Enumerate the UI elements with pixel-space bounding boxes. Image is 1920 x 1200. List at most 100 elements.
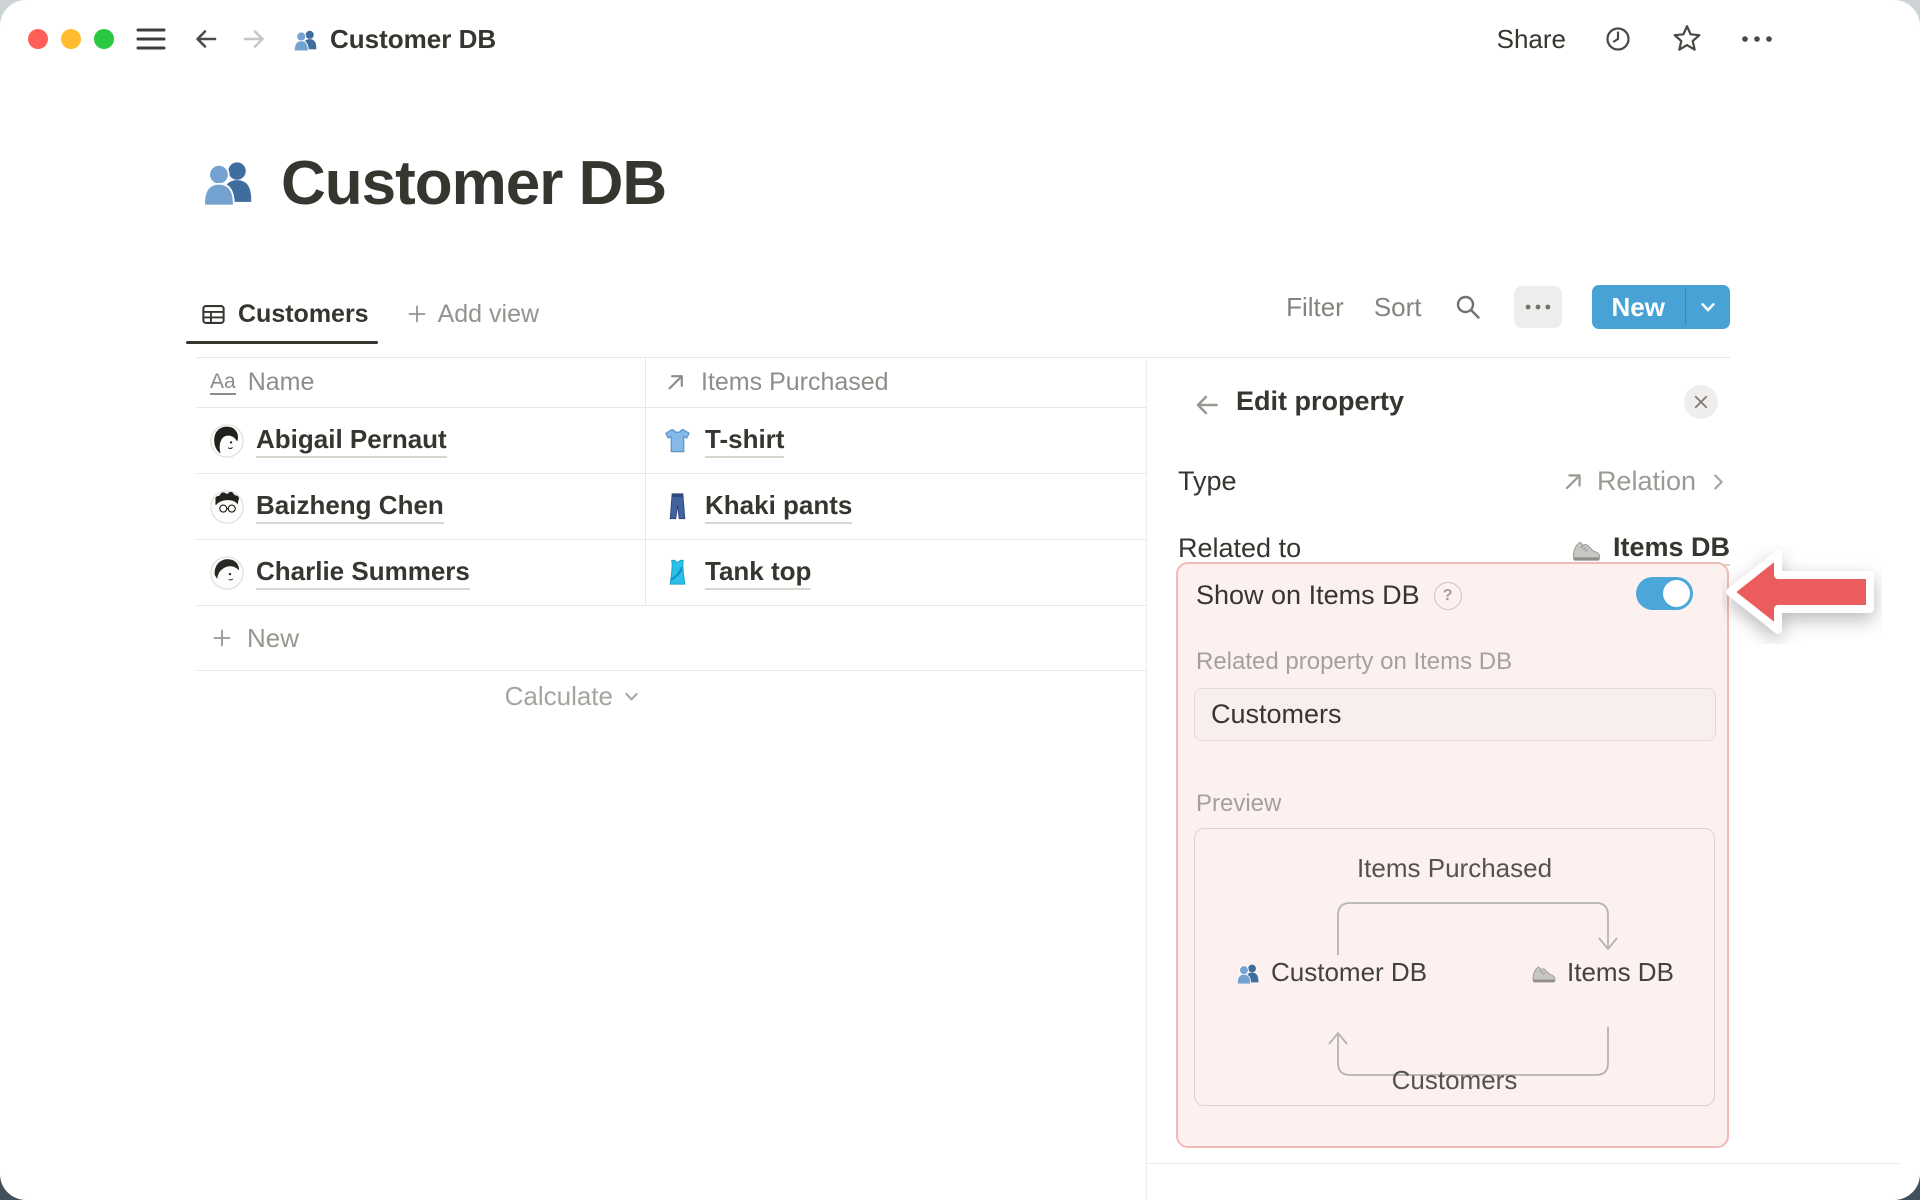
related-to-row-value[interactable]: Items DB	[1500, 532, 1730, 566]
people-icon[interactable]	[199, 152, 257, 215]
column-label: Items Purchased	[701, 368, 889, 396]
preview-left-db-label: Customer DB	[1271, 957, 1428, 987]
related-db-link[interactable]: Items DB	[1612, 532, 1730, 566]
table-row: Charlie Summers Tank top	[196, 540, 1146, 606]
toggle-knob	[1663, 580, 1690, 607]
new-row-label: New	[247, 622, 300, 653]
calculate-button[interactable]: Calculate	[196, 681, 645, 712]
preview-top-relation-label: Items Purchased	[1356, 853, 1553, 883]
panel-divider	[1146, 358, 1147, 1200]
table-header-row: Aa Name Items Purchased	[196, 358, 1146, 408]
preview-items-db: Items DB	[1531, 957, 1674, 988]
related-to-row-label: Related to	[1178, 533, 1302, 563]
avatar	[210, 555, 244, 590]
page-link[interactable]: Baizheng Chen	[256, 490, 444, 524]
plus-icon	[408, 305, 425, 323]
panel-back-arrow-icon[interactable]	[1190, 388, 1224, 427]
sneaker-icon	[1532, 966, 1556, 983]
relation-link[interactable]: T-shirt	[705, 424, 785, 458]
show-on-items-db-toggle[interactable]	[1636, 577, 1693, 610]
related-property-input[interactable]	[1194, 688, 1716, 741]
column-header-items-purchased[interactable]: Items Purchased	[645, 358, 1146, 407]
traffic-lights	[28, 29, 114, 49]
annotation-arrow-icon	[1726, 550, 1874, 634]
tab-label: Customers	[238, 299, 369, 328]
name-cell[interactable]: Abigail Pernaut	[196, 408, 645, 473]
avatar	[210, 489, 244, 524]
page-link[interactable]: Charlie Summers	[256, 556, 470, 590]
panel-title: Edit property	[1236, 386, 1405, 416]
topbar-actions: Share	[1497, 22, 1774, 56]
sidebar-menu-icon[interactable]	[136, 26, 166, 52]
new-row-button[interactable]: New	[196, 606, 1146, 671]
panel-section-divider	[1147, 1163, 1900, 1164]
plus-icon	[213, 629, 231, 647]
minimize-window-button[interactable]	[61, 29, 81, 49]
app-window: Customer DB Share Customer DB Customers	[0, 0, 1920, 1200]
view-options-ellipsis-icon[interactable]	[1513, 286, 1562, 328]
type-row-value[interactable]: Relation	[1500, 466, 1730, 497]
items-cell[interactable]: T-shirt	[645, 408, 1146, 473]
name-cell[interactable]: Charlie Summers	[196, 540, 645, 605]
related-property-label: Related property on Items DB	[1196, 648, 1513, 675]
sneaker-icon	[1572, 541, 1601, 561]
new-button[interactable]: New	[1592, 285, 1685, 329]
share-button[interactable]: Share	[1497, 24, 1566, 55]
jeans-icon	[669, 493, 686, 520]
add-view-button[interactable]: Add view	[405, 300, 539, 329]
show-toggle-row: Show on Items DB ?	[1196, 580, 1462, 611]
history-clock-icon[interactable]	[1602, 23, 1634, 55]
name-cell[interactable]: Baizheng Chen	[196, 474, 645, 539]
breadcrumb-title: Customer DB	[330, 23, 497, 54]
page-link[interactable]: Abigail Pernaut	[256, 424, 447, 458]
sort-button[interactable]: Sort	[1374, 292, 1422, 323]
more-ellipsis-icon[interactable]	[1740, 33, 1774, 45]
type-row-label: Type	[1178, 466, 1237, 496]
tab-customers[interactable]: Customers	[196, 300, 375, 329]
column-header-name[interactable]: Aa Name	[196, 358, 645, 407]
calculate-label: Calculate	[504, 681, 613, 711]
back-arrow-icon[interactable]	[190, 23, 222, 55]
chevron-down-icon	[1701, 303, 1715, 312]
relation-link[interactable]: Tank top	[705, 556, 812, 590]
people-icon	[292, 26, 319, 53]
close-icon[interactable]	[1684, 385, 1718, 419]
chevron-down-icon	[625, 692, 638, 701]
star-favorite-icon[interactable]	[1670, 22, 1704, 56]
customers-table: Aa Name Items Purchased Abigail Pernaut …	[196, 358, 1146, 671]
relation-property-icon	[668, 375, 683, 390]
topbar: Customer DB Share	[0, 0, 1920, 78]
search-icon[interactable]	[1452, 291, 1484, 323]
table-row: Baizheng Chen Khaki pants	[196, 474, 1146, 540]
add-view-label: Add view	[437, 299, 540, 328]
items-cell[interactable]: Tank top	[645, 540, 1146, 605]
show-toggle-label: Show on Items DB	[1196, 580, 1420, 610]
help-icon[interactable]: ?	[1433, 581, 1462, 610]
avatar	[210, 423, 244, 458]
page-title[interactable]: Customer DB	[281, 148, 667, 219]
active-tab-underline	[186, 341, 378, 344]
zoom-window-button[interactable]	[94, 29, 114, 49]
new-button-dropdown[interactable]	[1686, 285, 1730, 329]
page-header: Customer DB	[199, 148, 667, 219]
close-window-button[interactable]	[28, 29, 48, 49]
filter-button[interactable]: Filter	[1286, 292, 1344, 323]
preview-label: Preview	[1196, 790, 1282, 817]
relation-arrow-right-icon	[1337, 902, 1618, 955]
column-label: Name	[247, 368, 315, 396]
preview-bottom-relation-label: Customers	[1391, 1065, 1518, 1095]
relation-preview-diagram: Items Purchased Customer DB Items DB Cus…	[1194, 828, 1715, 1106]
tshirt-icon	[665, 428, 690, 453]
table-view-icon	[202, 304, 225, 324]
forward-arrow-icon[interactable]	[238, 23, 270, 55]
new-button-group: New	[1591, 285, 1730, 329]
view-tabs: Customers Add view	[196, 288, 539, 340]
items-cell[interactable]: Khaki pants	[645, 474, 1146, 539]
text-property-icon: Aa	[210, 369, 236, 395]
show-on-items-db-section: Show on Items DB ? Related property on I…	[1176, 562, 1729, 1148]
breadcrumb[interactable]: Customer DB	[292, 24, 496, 55]
type-value-label: Relation	[1596, 466, 1696, 496]
relation-link[interactable]: Khaki pants	[705, 490, 853, 524]
table-row: Abigail Pernaut T-shirt	[196, 408, 1146, 474]
preview-right-db-label: Items DB	[1567, 957, 1674, 987]
